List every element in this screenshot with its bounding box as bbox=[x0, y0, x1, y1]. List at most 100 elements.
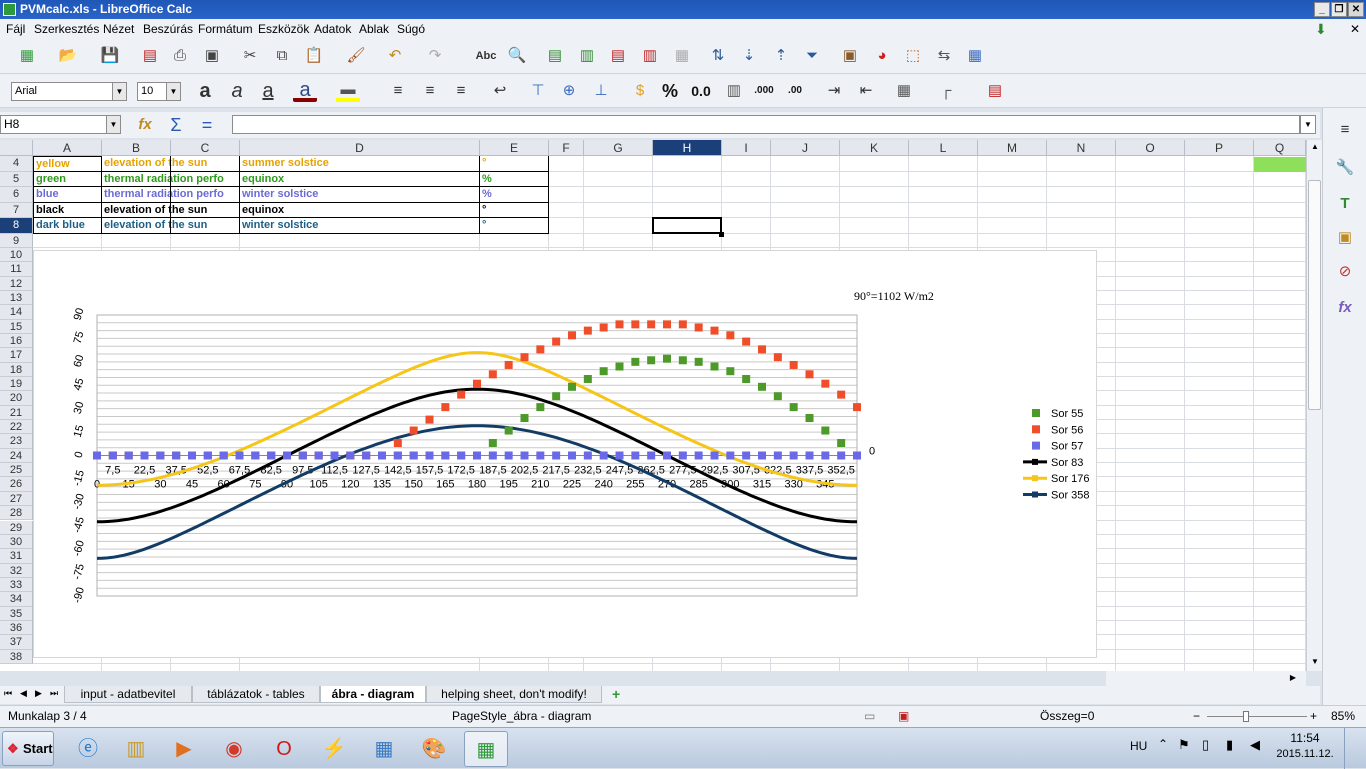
active-cell-h8[interactable] bbox=[652, 217, 722, 234]
number-format-icon[interactable]: 0.0 bbox=[689, 79, 713, 103]
column-header-o[interactable]: O bbox=[1116, 140, 1185, 156]
next-sheet-icon[interactable]: ▶ bbox=[35, 688, 42, 699]
row-header-4[interactable]: 4 bbox=[0, 156, 33, 172]
delete-column-icon[interactable]: ▥ bbox=[638, 44, 662, 68]
underline-icon[interactable]: a bbox=[256, 79, 280, 103]
bold-icon[interactable]: a bbox=[193, 79, 217, 103]
vertical-scrollbar[interactable]: ▲ ▼ bbox=[1306, 140, 1322, 671]
row-header-36[interactable]: 36 bbox=[0, 620, 33, 636]
column-header-f[interactable]: F bbox=[549, 140, 584, 156]
column-header-c[interactable]: C bbox=[171, 140, 240, 156]
menu-format[interactable]: Formátum bbox=[198, 19, 253, 39]
print-icon[interactable]: ⎙ bbox=[168, 44, 192, 68]
row-header-20[interactable]: 20 bbox=[0, 391, 33, 406]
column-header-l[interactable]: L bbox=[909, 140, 978, 156]
menu-window[interactable]: Ablak bbox=[359, 19, 389, 39]
function-wizard-icon[interactable]: fx bbox=[133, 113, 157, 137]
row-header-37[interactable]: 37 bbox=[0, 635, 33, 650]
zoom-in-icon[interactable]: + bbox=[1310, 706, 1317, 727]
column-header-i[interactable]: I bbox=[722, 140, 771, 156]
row-header-17[interactable]: 17 bbox=[0, 348, 33, 363]
open-icon[interactable]: 📂 bbox=[56, 44, 80, 68]
column-header-p[interactable]: P bbox=[1185, 140, 1254, 156]
remove-decimal-icon[interactable]: .00 bbox=[783, 79, 807, 103]
show-desktop-button[interactable] bbox=[1344, 728, 1366, 769]
start-button[interactable]: ❖ Start bbox=[2, 731, 54, 766]
row-header-23[interactable]: 23 bbox=[0, 434, 33, 449]
row-header-16[interactable]: 16 bbox=[0, 333, 33, 349]
row-header-15[interactable]: 15 bbox=[0, 319, 33, 334]
selection-mode-icon[interactable]: ▭ bbox=[864, 706, 875, 727]
legend-cell-unit[interactable]: ° bbox=[480, 218, 549, 234]
column-header-n[interactable]: N bbox=[1047, 140, 1116, 156]
legend-cell-unit[interactable]: % bbox=[480, 171, 549, 187]
libreoffice-calc-taskbar-icon[interactable]: ▦ bbox=[464, 731, 508, 767]
copy-icon[interactable]: ⧉ bbox=[270, 44, 294, 68]
legend-cell-day[interactable]: summer solstice bbox=[240, 156, 480, 172]
insert-row-icon[interactable]: ▤ bbox=[543, 44, 567, 68]
legend-cell-day[interactable]: equinox bbox=[240, 202, 480, 218]
align-right-icon[interactable]: ≡ bbox=[449, 79, 473, 103]
horizontal-scrollbar[interactable]: ▶ bbox=[1106, 671, 1306, 686]
volume-icon[interactable]: ◀ bbox=[1250, 737, 1260, 753]
column-header-a[interactable]: A bbox=[33, 140, 102, 156]
row-header-8[interactable]: 8 bbox=[0, 218, 33, 234]
date-format-icon[interactable]: ▥ bbox=[722, 79, 746, 103]
zoom-level[interactable]: 85% bbox=[1331, 706, 1355, 727]
row-header-28[interactable]: 28 bbox=[0, 506, 33, 521]
flag-icon[interactable]: ⚑ bbox=[1178, 737, 1190, 753]
first-sheet-icon[interactable]: ⏮ bbox=[4, 688, 12, 699]
currency-icon[interactable]: $ bbox=[628, 79, 652, 103]
chart-object[interactable]: 90 75 60 45 30 15 0 -15 -30 -45 -60 -75 -90 7,5 22,5 37… bbox=[33, 250, 1097, 658]
winamp-icon[interactable]: ⚡ bbox=[312, 731, 356, 767]
percent-icon[interactable]: % bbox=[658, 79, 682, 103]
row-header-34[interactable]: 34 bbox=[0, 592, 33, 607]
legend-cell-day[interactable]: winter solstice bbox=[240, 187, 480, 203]
tab-helping-sheet[interactable]: helping sheet, don't modify! bbox=[426, 686, 602, 703]
column-header-e[interactable]: E bbox=[480, 140, 549, 156]
spellcheck-icon[interactable]: Abc bbox=[474, 44, 498, 68]
legend-cell-quantity[interactable]: elevation of the sun bbox=[102, 156, 240, 172]
tab-input[interactable]: input - adatbevitel bbox=[64, 686, 192, 703]
align-left-icon[interactable]: ≡ bbox=[386, 79, 410, 103]
row-header-14[interactable]: 14 bbox=[0, 305, 33, 320]
row-header-10[interactable]: 10 bbox=[0, 247, 33, 263]
row-header-21[interactable]: 21 bbox=[0, 405, 33, 421]
align-top-icon[interactable]: ⊤ bbox=[526, 79, 550, 103]
chevron-down-icon[interactable]: ▼ bbox=[106, 116, 120, 133]
column-header-b[interactable]: B bbox=[102, 140, 171, 156]
navigator-sidebar-icon[interactable]: ⊘ bbox=[1333, 260, 1357, 284]
zoom-slider-thumb[interactable] bbox=[1243, 711, 1249, 722]
print-preview-icon[interactable]: ▣ bbox=[200, 44, 224, 68]
file-explorer-icon[interactable]: ▥ bbox=[114, 731, 158, 767]
merge-cells-icon[interactable]: ▦ bbox=[670, 44, 694, 68]
legend-cell-color[interactable]: black bbox=[33, 202, 102, 218]
row-header-27[interactable]: 27 bbox=[0, 491, 33, 507]
tab-diagram[interactable]: ábra - diagram bbox=[320, 686, 426, 703]
row-header-29[interactable]: 29 bbox=[0, 520, 33, 535]
menu-file[interactable]: Fájl bbox=[6, 19, 25, 39]
functions-icon[interactable]: fx bbox=[1333, 296, 1357, 320]
paint-icon[interactable]: 🎨 bbox=[412, 731, 456, 767]
page-style[interactable]: PageStyle_ábra - diagram bbox=[452, 706, 591, 727]
formula-input[interactable] bbox=[232, 115, 1300, 134]
legend-cell-unit[interactable]: ° bbox=[480, 202, 549, 218]
column-header-m[interactable]: M bbox=[978, 140, 1047, 156]
fill-handle[interactable] bbox=[719, 232, 724, 237]
sort-ascending-icon[interactable]: ⇣ bbox=[737, 44, 761, 68]
italic-icon[interactable]: a bbox=[225, 79, 249, 103]
menu-insert[interactable]: Beszúrás bbox=[143, 19, 193, 39]
internet-explorer-icon[interactable]: ⓔ bbox=[66, 731, 110, 767]
legend-cell-unit[interactable]: % bbox=[480, 187, 549, 203]
row-header-13[interactable]: 13 bbox=[0, 290, 33, 306]
border-style-icon[interactable]: ┌ bbox=[934, 79, 958, 103]
device-icon[interactable]: ▯ bbox=[1202, 737, 1209, 753]
row-header-33[interactable]: 33 bbox=[0, 577, 33, 593]
save-icon[interactable]: 💾 bbox=[98, 44, 122, 68]
row-header-22[interactable]: 22 bbox=[0, 420, 33, 435]
font-size-select[interactable]: 10 ▼ bbox=[137, 82, 181, 101]
network-app-icon[interactable]: ▦ bbox=[362, 731, 406, 767]
row-header-19[interactable]: 19 bbox=[0, 377, 33, 392]
legend-cell-color[interactable]: yellow bbox=[33, 156, 102, 172]
row-header-35[interactable]: 35 bbox=[0, 606, 33, 621]
